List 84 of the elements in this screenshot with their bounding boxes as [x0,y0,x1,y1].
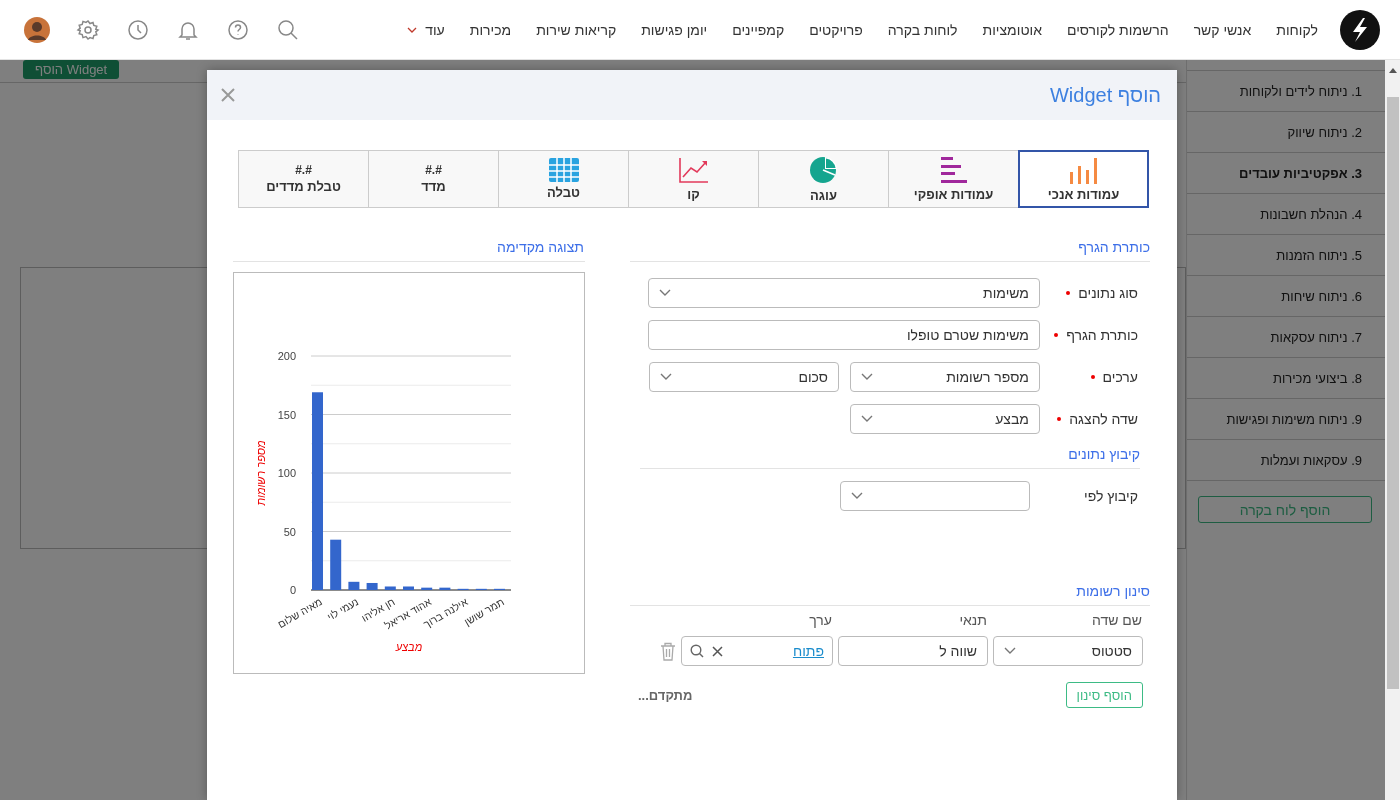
nav-link[interactable]: לוחות בקרה [887,21,958,38]
advanced-link[interactable]: מתקדם... [638,687,693,703]
axis-tick-label: 150 [277,408,296,421]
chart-type-tab[interactable]: עמודות אופקי [888,150,1019,208]
dropdown[interactable] [840,481,1030,511]
close-icon[interactable] [221,88,235,102]
chart-type-tab[interactable]: טבלה [498,150,629,208]
logo-icon[interactable] [1340,9,1380,50]
scroll-up-icon[interactable] [1388,68,1397,73]
chart-type-tab[interactable]: #.# טבלת מדדים [238,150,369,208]
bar [348,581,360,590]
chevron-down-icon [861,415,873,423]
nav-link[interactable]: מכירות [469,21,512,38]
chart-type-tab[interactable]: #.# מדד [368,150,499,208]
avatar[interactable] [24,16,50,43]
section-title: תצוגה מקדימה [233,235,585,262]
chart-type-tab[interactable]: עוגה [758,150,889,208]
chevron-down-icon [861,373,873,381]
trash-icon[interactable] [660,641,676,661]
column-header: ערך [809,612,832,628]
y-axis-title: מספר רשומות [255,440,267,506]
nav-link[interactable]: אנשי קשר [1193,21,1252,38]
dropdown[interactable]: משימות [648,278,1040,308]
field-label: שדה להצגה [1069,411,1138,427]
modal-title: הוסף Widget [1049,83,1161,107]
nav-link[interactable]: קמפיינים [732,21,785,38]
bar [421,587,433,590]
field-label: סוג נתונים [1078,285,1138,301]
horizontal-bar-icon [938,156,969,184]
nav-link[interactable]: אוטומציות [982,21,1042,38]
clear-icon[interactable] [712,645,723,657]
pie-chart-icon [808,155,839,185]
scrollbar-thumb[interactable] [1386,97,1399,689]
bar [439,587,451,590]
clock-icon[interactable] [126,17,150,42]
axis-tick-label: 200 [277,350,296,362]
line-chart-icon [677,156,710,184]
chevron-down-icon [659,289,671,297]
more-menu[interactable]: עוד [407,21,445,38]
bar-chart-icon [1067,156,1100,184]
nav-link[interactable]: לקוחות [1276,21,1318,38]
column-header: תנאי [959,612,987,628]
chevron-down-icon [851,492,863,500]
help-icon[interactable] [226,17,250,42]
axis-tick-label: 0 [289,584,296,596]
chevron-down-icon [407,26,418,33]
nav-link[interactable]: הרשמות לקורסים [1066,21,1169,38]
settings-icon[interactable] [76,17,100,42]
search-icon[interactable] [276,17,300,42]
metric-symbol: #.# [425,164,442,176]
axis-tick-label: 50 [283,525,296,538]
metric-symbol: #.# [295,164,312,176]
chevron-down-icon [1004,647,1016,655]
section-title: כותרת הגרף [630,235,1150,262]
value-link[interactable]: פתוח [792,643,824,659]
bar [366,583,378,590]
bar [330,539,342,590]
dropdown[interactable]: סטטוס [993,636,1143,666]
bar [403,586,414,590]
x-axis-title: מבצע [395,641,423,653]
dropdown[interactable]: סכום [649,362,839,392]
section-title: קיבוץ נתונים [640,446,1140,469]
category-label: נעמי לוי [325,595,361,623]
category-label: מאיה שלום [275,595,324,631]
nav-link[interactable]: יומן פגישות [641,21,708,38]
dropdown[interactable]: מבצע [850,404,1040,434]
chevron-down-icon [660,373,672,381]
condition-field[interactable]: שווה ל [838,636,988,666]
field-label: קיבוץ לפי [1084,488,1138,504]
search-icon[interactable] [690,644,704,658]
text-field[interactable]: משימות שטרם טופלו [648,320,1040,350]
field-label: ערכים [1102,369,1138,385]
dropdown[interactable]: מספר רשומות [850,362,1040,392]
field-label: כותרת הגרף [1066,327,1138,343]
section-title: סינון רשומות [630,579,1150,606]
chart-type-tab[interactable]: קו [628,150,759,208]
bar [384,586,396,590]
chart-type-tab[interactable]: עמודות אנכי [1018,150,1149,208]
nav-link[interactable]: קריאות שירות [536,21,617,38]
column-header: שם שדה [1091,612,1142,628]
nav-link[interactable]: פרויקטים [809,21,863,38]
axis-tick-label: 100 [277,467,296,479]
value-field[interactable]: פתוח [681,636,833,666]
table-icon [548,158,579,182]
